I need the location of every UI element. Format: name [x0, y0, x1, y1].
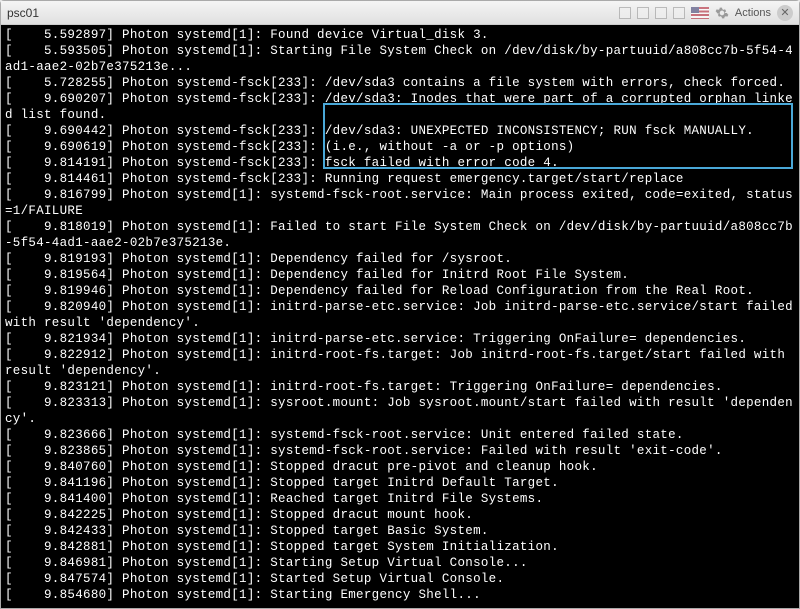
window-icon-4[interactable] — [673, 7, 685, 19]
log-line: [ 9.842225] Photon systemd[1]: Stopped d… — [5, 507, 795, 523]
log-line: [ 9.814191] Photon systemd-fsck[233]: fs… — [5, 155, 795, 171]
toolbar-icons: Actions ✕ — [619, 5, 793, 21]
log-line: [ 5.592897] Photon systemd[1]: Found dev… — [5, 27, 795, 43]
flag-icon[interactable] — [691, 7, 709, 19]
window-icon-3[interactable] — [655, 7, 667, 19]
log-line: [ 9.820940] Photon systemd[1]: initrd-pa… — [5, 299, 795, 331]
log-line: [ 9.819564] Photon systemd[1]: Dependenc… — [5, 267, 795, 283]
gear-icon[interactable] — [715, 6, 729, 20]
log-line: [ 5.728255] Photon systemd-fsck[233]: /d… — [5, 75, 795, 91]
console-output[interactable]: [ 5.592897] Photon systemd[1]: Found dev… — [1, 25, 799, 608]
log-line: [ 9.841196] Photon systemd[1]: Stopped t… — [5, 475, 795, 491]
log-line: [ 9.840760] Photon systemd[1]: Stopped d… — [5, 459, 795, 475]
log-line: [ 9.819193] Photon systemd[1]: Dependenc… — [5, 251, 795, 267]
log-line: [ 9.823313] Photon systemd[1]: sysroot.m… — [5, 395, 795, 427]
log-line: [ 9.690442] Photon systemd-fsck[233]: /d… — [5, 123, 795, 139]
window-icon-2[interactable] — [637, 7, 649, 19]
window-icon-1[interactable] — [619, 7, 631, 19]
log-line: [ 5.593505] Photon systemd[1]: Starting … — [5, 43, 795, 75]
log-line: [ 9.818019] Photon systemd[1]: Failed to… — [5, 219, 795, 251]
log-line: [ 9.842433] Photon systemd[1]: Stopped t… — [5, 523, 795, 539]
log-line: [ 9.823666] Photon systemd[1]: systemd-f… — [5, 427, 795, 443]
log-line: [ 9.819946] Photon systemd[1]: Dependenc… — [5, 283, 795, 299]
log-line: [ 9.690619] Photon systemd-fsck[233]: (i… — [5, 139, 795, 155]
log-line: [ 9.814461] Photon systemd-fsck[233]: Ru… — [5, 171, 795, 187]
log-line: [ 9.821934] Photon systemd[1]: initrd-pa… — [5, 331, 795, 347]
log-line: [ 9.823121] Photon systemd[1]: initrd-ro… — [5, 379, 795, 395]
actions-label[interactable]: Actions — [735, 7, 771, 19]
titlebar: psc01 Actions ✕ — [1, 1, 799, 25]
log-line: [ 9.822912] Photon systemd[1]: initrd-ro… — [5, 347, 795, 379]
log-line: [ 9.846981] Photon systemd[1]: Starting … — [5, 555, 795, 571]
log-line: [ 9.854680] Photon systemd[1]: Starting … — [5, 587, 795, 603]
close-icon[interactable]: ✕ — [777, 5, 793, 21]
console-window: psc01 Actions ✕ [ 5.592897] Photon syste… — [0, 0, 800, 609]
log-line: [ 9.847574] Photon systemd[1]: Started S… — [5, 571, 795, 587]
log-line: [ 9.690207] Photon systemd-fsck[233]: /d… — [5, 91, 795, 123]
log-line: [ 9.823865] Photon systemd[1]: systemd-f… — [5, 443, 795, 459]
log-line: [ 9.816799] Photon systemd[1]: systemd-f… — [5, 187, 795, 219]
log-line: [ 9.842881] Photon systemd[1]: Stopped t… — [5, 539, 795, 555]
log-line: [ 9.841400] Photon systemd[1]: Reached t… — [5, 491, 795, 507]
window-title: psc01 — [7, 6, 619, 20]
